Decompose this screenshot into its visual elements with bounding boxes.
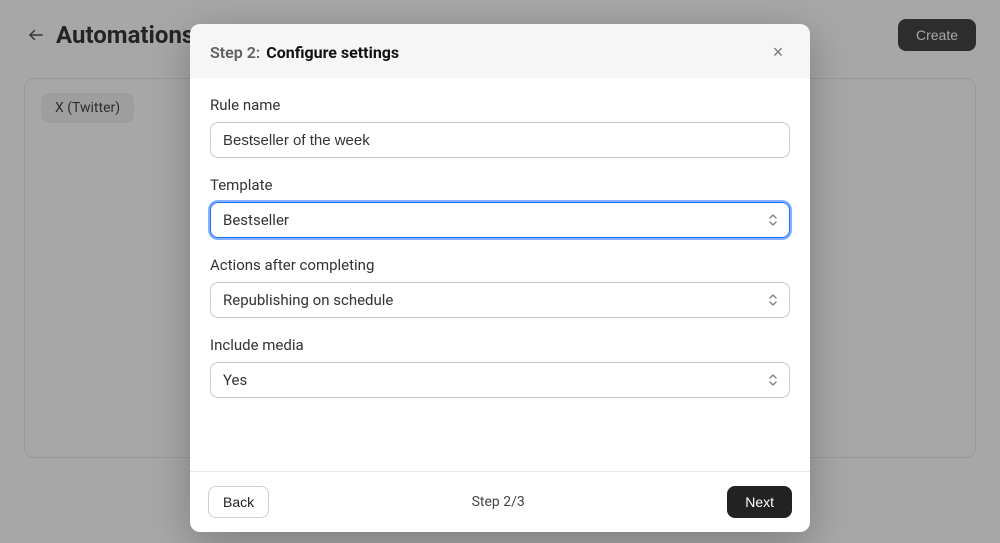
modal-title: Configure settings bbox=[266, 43, 766, 62]
actions-select-value: Republishing on schedule bbox=[223, 291, 393, 309]
next-button[interactable]: Next bbox=[727, 486, 792, 518]
include-media-select[interactable]: Yes bbox=[210, 362, 790, 398]
back-button[interactable]: Back bbox=[208, 486, 269, 518]
modal-header: Step 2: Configure settings × bbox=[190, 24, 810, 78]
rule-name-label: Rule name bbox=[210, 96, 790, 114]
include-media-select-value: Yes bbox=[223, 371, 247, 389]
actions-select[interactable]: Republishing on schedule bbox=[210, 282, 790, 318]
chevron-updown-icon bbox=[767, 212, 779, 228]
rule-name-input[interactable] bbox=[210, 122, 790, 158]
template-label: Template bbox=[210, 176, 790, 194]
modal-overlay: Step 2: Configure settings × Rule name T… bbox=[0, 0, 1000, 543]
modal-footer: Back Step 2/3 Next bbox=[190, 471, 810, 532]
chevron-updown-icon bbox=[767, 292, 779, 308]
chevron-updown-icon bbox=[767, 372, 779, 388]
step-prefix: Step 2: bbox=[210, 43, 260, 62]
step-indicator: Step 2/3 bbox=[269, 494, 727, 510]
actions-label: Actions after completing bbox=[210, 256, 790, 274]
modal-body: Rule name Template Bestseller bbox=[190, 78, 810, 471]
template-select[interactable]: Bestseller bbox=[210, 202, 790, 238]
template-select-value: Bestseller bbox=[223, 211, 289, 229]
close-icon[interactable]: × bbox=[766, 40, 790, 64]
configure-settings-modal: Step 2: Configure settings × Rule name T… bbox=[190, 24, 810, 532]
include-media-label: Include media bbox=[210, 336, 790, 354]
